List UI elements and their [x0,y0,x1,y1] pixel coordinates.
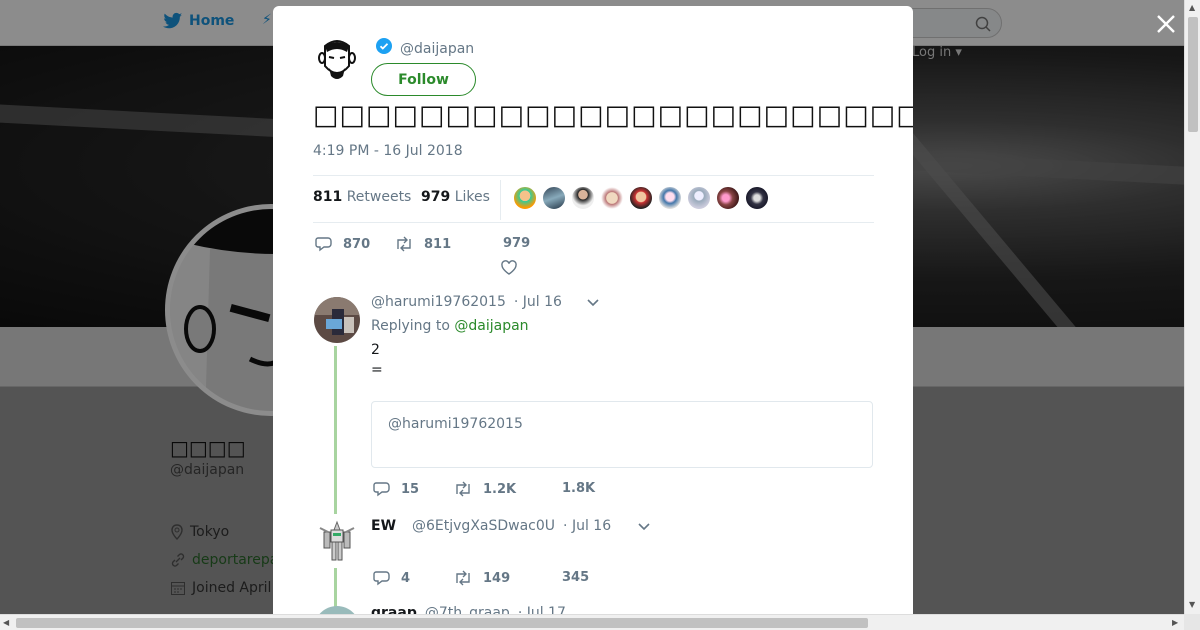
scroll-left-arrow-icon[interactable]: ◀ [3,618,9,627]
like-action[interactable]: 979 [503,236,530,251]
replying-to-handle[interactable]: @daijapan [454,318,528,334]
follow-button[interactable]: Follow [371,63,476,96]
quoted-card-handle: @harumi19762015 [388,416,523,432]
reply-count: 870 [343,236,371,252]
reply-date[interactable]: · Jul 16 [514,294,562,310]
retweet-icon [456,570,470,586]
retweet-count: 149 [483,570,511,586]
reply-date[interactable]: · Jul 16 [563,518,611,534]
replying-to-prefix: Replying to [371,318,450,334]
verified-badge-icon [376,38,392,54]
likes-stat-count: 979 [421,189,451,205]
login-dropdown[interactable]: Log in ▾ [912,45,962,60]
retweet-stat-label: Retweets [346,189,412,205]
reply-avatar[interactable] [314,518,360,564]
chevron-down-icon[interactable] [637,520,651,534]
reply-header: EW @6EtjvgXaSDwac0U · Jul 16 [371,518,611,534]
reply-count: 15 [401,481,420,497]
like-action[interactable]: 345 [562,570,589,585]
reply-action[interactable]: 15 [373,481,419,497]
thread-line [334,346,337,514]
reply-icon [373,571,390,586]
liker-avatar[interactable] [745,186,769,210]
retweet-count: 1.2K [483,481,517,497]
reply-avatar-image [314,297,360,343]
author-avatar[interactable] [313,36,361,84]
scroll-up-arrow-icon[interactable]: ▲ [1189,3,1195,12]
tweet-text: □□□□□□□□□□□□□□□□□□□□□□□□□□□□□□□□□□□□□□□□… [313,100,913,131]
liker-avatar[interactable] [513,186,537,210]
reply-icon [315,237,332,252]
liker-avatar[interactable] [716,186,740,210]
close-icon[interactable] [1154,12,1178,36]
tweet-stats: 811 Retweets 979 Likes [313,175,874,223]
reply-handle[interactable]: @6EtjvgXaSDwac0U [412,518,555,534]
scroll-down-arrow-icon[interactable]: ▼ [1189,600,1195,609]
heart-icon[interactable] [500,260,518,276]
liker-avatars [513,186,769,210]
like-count: 1.8K [562,481,596,496]
author-handle[interactable]: @daijapan [400,41,474,57]
replying-to: Replying to @daijapan [371,318,529,334]
vertical-scrollbar[interactable]: ▲ ▼ [1184,0,1200,614]
reply-handle[interactable]: @harumi19762015 [371,294,506,310]
retweet-stat[interactable]: 811 Retweets [313,189,411,205]
liker-avatar[interactable] [571,186,595,210]
quoted-card[interactable]: @harumi19762015 [371,401,873,468]
author-avatar-image [318,40,356,79]
retweet-action[interactable]: 1.2K [453,481,516,497]
reply-count: 4 [401,570,411,586]
like-count: 345 [562,570,590,585]
reply-handle[interactable]: @7th_graap [425,605,510,614]
stats-divider [500,180,501,220]
liker-avatar[interactable] [687,186,711,210]
likes-stat[interactable]: 979 Likes [421,189,490,205]
retweet-stat-count: 811 [313,189,343,205]
tweet-permalink-modal: @daijapan Follow □□□□□□□□□□□□□□□□□□□□□□□… [273,6,913,614]
thread-line [334,568,337,608]
retweet-action[interactable]: 149 [453,570,510,586]
tweet-timestamp[interactable]: 4:19 PM - 16 Jul 2018 [313,143,463,159]
reply-date[interactable]: · Jul 17 [518,605,566,614]
chevron-down-icon[interactable] [586,296,600,310]
login-label: Log in [912,45,952,60]
scrollbar-corner [1184,614,1200,630]
liker-avatar[interactable] [542,186,566,210]
reply-avatar-image [314,518,360,564]
reply-text-line: = [371,362,383,378]
retweet-icon [456,481,470,497]
liker-avatar[interactable] [629,186,653,210]
reply-header: graap @7th_graap · Jul 17 [371,605,566,614]
retweet-count: 811 [424,236,452,252]
liker-avatar[interactable] [658,186,682,210]
reply-name[interactable]: EW [371,518,396,534]
like-count: 979 [503,236,531,251]
likes-stat-label: Likes [454,189,490,205]
reply-icon [373,482,390,497]
vertical-scroll-thumb[interactable] [1188,17,1198,132]
like-action[interactable]: 1.8K [562,481,595,496]
reply-header: @harumi19762015 · Jul 16 [371,294,562,310]
retweet-action[interactable]: 811 [394,236,451,252]
scroll-right-arrow-icon[interactable]: ▶ [1172,618,1178,627]
reply-action[interactable]: 4 [373,570,410,586]
reply-action[interactable]: 870 [315,236,370,252]
horizontal-scrollbar[interactable]: ◀ ▶ [0,614,1184,630]
horizontal-scroll-thumb[interactable] [16,618,868,628]
retweet-icon [397,236,411,252]
liker-avatar[interactable] [600,186,624,210]
reply-text-line: 2 [371,342,380,358]
reply-avatar[interactable] [314,297,360,343]
reply-name[interactable]: graap [371,605,417,614]
reply-avatar[interactable] [314,606,360,614]
